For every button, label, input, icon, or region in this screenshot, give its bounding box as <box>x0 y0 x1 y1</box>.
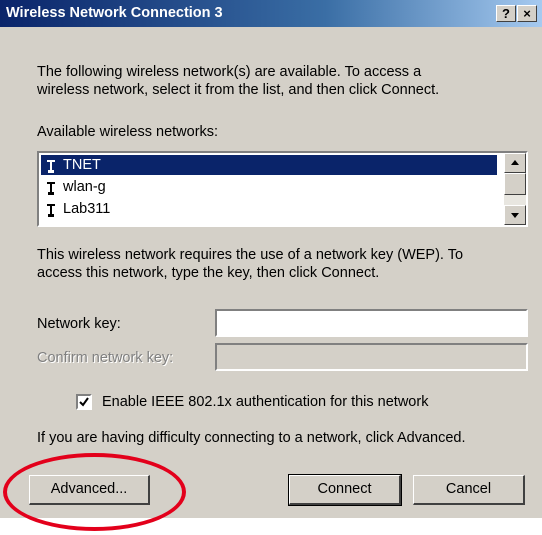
window-title: Wireless Network Connection 3 <box>6 5 223 21</box>
network-item-lab311[interactable]: Lab311 <box>41 199 497 219</box>
networks-listbox[interactable]: TNET wlan-g Lab311 <box>37 151 528 227</box>
cancel-button[interactable]: Cancel <box>413 475 525 505</box>
advanced-hint-text: If you are having difficulty connecting … <box>37 430 466 446</box>
arrow-up-icon <box>511 160 519 165</box>
network-name: wlan-g <box>63 179 106 195</box>
antenna-icon <box>47 160 55 173</box>
network-key-label: Network key: <box>37 316 121 332</box>
help-button[interactable]: ? <box>496 5 516 22</box>
ieee-8021x-checkbox[interactable] <box>76 394 92 410</box>
confirm-key-label: Confirm network key: <box>37 350 174 366</box>
scroll-down-button[interactable] <box>504 205 526 225</box>
annotation-ring <box>3 453 186 531</box>
confirm-key-field <box>215 343 528 371</box>
scroll-up-button[interactable] <box>504 153 526 173</box>
close-button[interactable]: × <box>517 5 537 22</box>
antenna-icon <box>47 182 55 195</box>
available-networks-label: Available wireless networks: <box>37 124 219 140</box>
network-name: Lab311 <box>63 201 111 217</box>
connect-button[interactable]: Connect <box>288 474 402 506</box>
wep-text-line2: access this network, type the key, then … <box>37 265 380 281</box>
arrow-down-icon <box>511 213 519 218</box>
scroll-thumb[interactable] <box>504 173 526 195</box>
network-name: TNET <box>63 157 101 173</box>
antenna-icon <box>47 204 55 217</box>
network-item-wlan-g[interactable]: wlan-g <box>41 177 497 197</box>
network-key-input[interactable] <box>217 311 526 335</box>
title-bar[interactable]: Wireless Network Connection 3 ? × <box>0 0 542 27</box>
checkmark-icon <box>79 397 89 407</box>
network-item-tnet[interactable]: TNET <box>41 155 497 175</box>
ieee-8021x-label[interactable]: Enable IEEE 802.1x authentication for th… <box>102 393 428 411</box>
wireless-connection-dialog: Wireless Network Connection 3 ? × The fo… <box>0 0 542 518</box>
intro-text-line1: The following wireless network(s) are av… <box>37 64 422 80</box>
network-key-field[interactable] <box>215 309 528 337</box>
intro-text-line2: wireless network, select it from the lis… <box>37 82 440 98</box>
networks-scrollbar[interactable] <box>504 153 526 225</box>
confirm-key-input <box>217 345 526 369</box>
wep-text-line1: This wireless network requires the use o… <box>37 247 464 263</box>
